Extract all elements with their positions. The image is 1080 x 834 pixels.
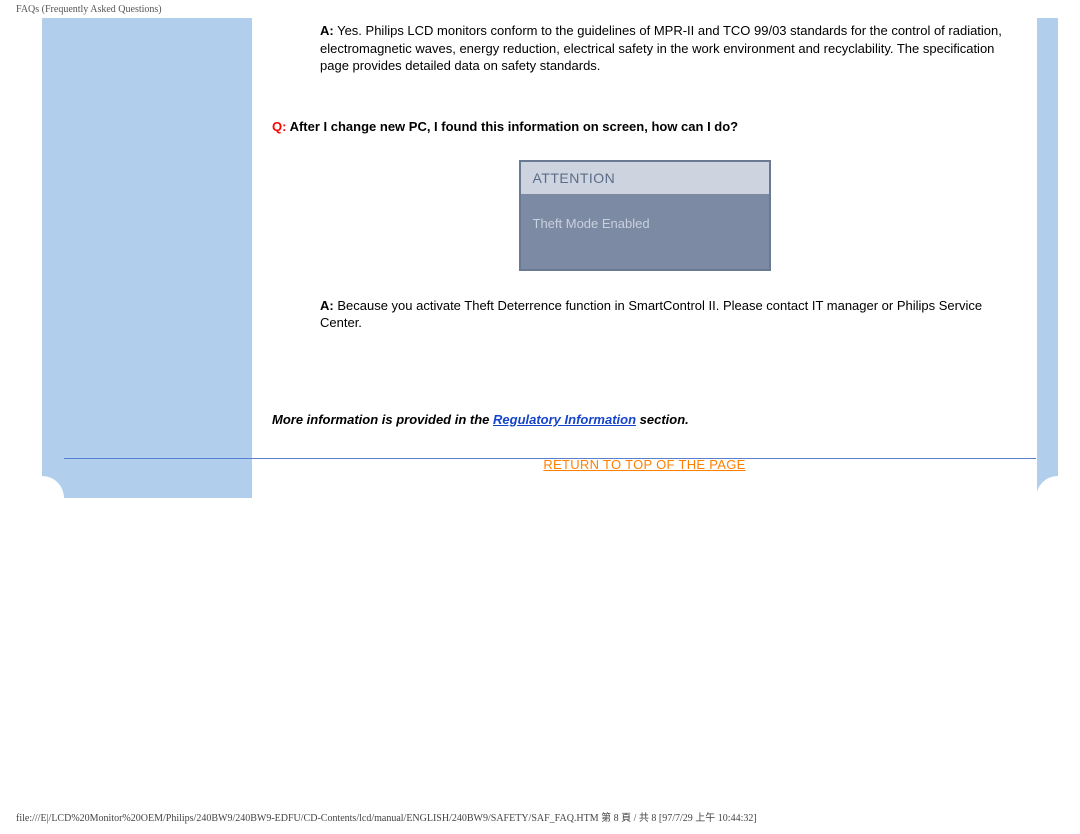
- footer-file-path: file:///E|/LCD%20Monitor%20OEM/Philips/2…: [16, 809, 757, 824]
- answer-1: A: Yes. Philips LCD monitors conform to …: [272, 22, 1017, 75]
- answer-text-body: Because you activate Theft Deterrence fu…: [320, 298, 982, 331]
- question-2: Q: After I change new PC, I found this i…: [272, 97, 1017, 134]
- separator-line: [64, 458, 1036, 459]
- answer-label: A:: [320, 23, 334, 38]
- question-label: Q:: [272, 119, 286, 134]
- answer-label: A:: [320, 298, 334, 313]
- question-text-body: After I change new PC, I found this info…: [286, 119, 738, 134]
- dialog-header: ATTENTION: [521, 162, 769, 194]
- page-title: FAQs (Frequently Asked Questions): [0, 0, 1080, 17]
- answer-2: A: Because you activate Theft Deterrence…: [272, 297, 1017, 332]
- more-info-note: More information is provided in the Regu…: [272, 354, 1017, 427]
- qa-block-2: Q: After I change new PC, I found this i…: [272, 97, 1017, 332]
- more-info-pre: More information is provided in the: [272, 412, 493, 427]
- content-pane: A: Yes. Philips LCD monitors conform to …: [252, 18, 1037, 500]
- attention-dialog: ATTENTION Theft Mode Enabled: [519, 160, 771, 271]
- more-info-post: section.: [636, 412, 689, 427]
- regulatory-info-link[interactable]: Regulatory Information: [493, 412, 636, 427]
- answer-text-body: Yes. Philips LCD monitors conform to the…: [320, 23, 1002, 73]
- dialog-body: Theft Mode Enabled: [521, 194, 769, 269]
- qa-block-1: A: Yes. Philips LCD monitors conform to …: [272, 22, 1017, 75]
